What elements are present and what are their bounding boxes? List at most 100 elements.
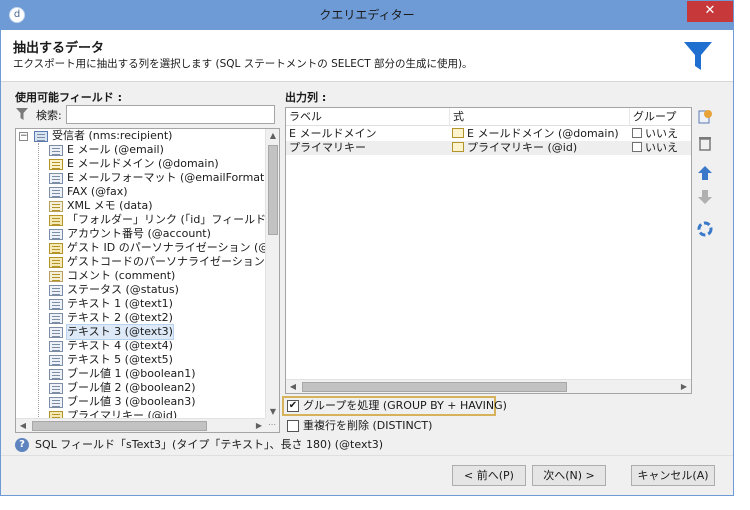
tree-node-label: アカウント番号 (@account)	[67, 227, 211, 240]
tree-node-label: テキスト 1 (@text1)	[67, 297, 173, 310]
tree-vertical-scrollbar[interactable]: ▲ ▼	[265, 129, 279, 419]
tree-node[interactable]: テキスト 1 (@text1)	[16, 297, 266, 311]
next-button[interactable]: 次へ(N) >	[532, 465, 606, 486]
tree-node[interactable]: コメント (comment)	[16, 269, 266, 283]
key-field-icon	[49, 257, 63, 268]
column-header-group[interactable]: グループ	[630, 108, 691, 126]
tree-node-label: ブール値 3 (@boolean3)	[67, 395, 196, 408]
tree-node-label: 「フォルダー」リンク (「id」フィールド) の外部キー (	[67, 213, 266, 226]
cell-expression: プライマリキー (@id)	[452, 141, 630, 155]
scroll-right-arrow-icon[interactable]: ▶	[677, 380, 691, 393]
wizard-header: 抽出するデータ エクスポート用に抽出する列を選択します (SQL ステートメント…	[1, 30, 733, 82]
tree-node[interactable]: XML メモ (data)	[16, 199, 266, 213]
tree-node[interactable]: E メールフォーマット (@emailFormat)	[16, 171, 266, 185]
tree-node[interactable]: ゲスト ID のパーソナライゼーション (@guestIdE	[16, 241, 266, 255]
tree-node[interactable]: テキスト 4 (@text4)	[16, 339, 266, 353]
tree-node-label: テキスト 3 (@text3)	[66, 324, 174, 340]
scroll-right-arrow-icon[interactable]: ▶	[252, 419, 266, 432]
cell-expression-text: E メールドメイン (@domain)	[467, 127, 619, 140]
tree-node-label: XML メモ (data)	[67, 199, 153, 212]
tree-node[interactable]: ブール値 3 (@boolean3)	[16, 395, 266, 409]
scroll-thumb[interactable]	[302, 382, 567, 392]
resize-grip-icon[interactable]: ⋯	[265, 418, 279, 432]
tree-node[interactable]: E メールドメイン (@domain)	[16, 157, 266, 171]
tree-node-label: ブール値 2 (@boolean2)	[67, 381, 196, 394]
available-fields-tree: − 受信者 (nms:recipient) E メール (@email) E メールド…	[15, 128, 280, 433]
key-field-icon	[452, 142, 464, 152]
column-header-label[interactable]: ラベル	[286, 108, 450, 126]
title-bar[interactable]: d クエリエディター ✕	[1, 1, 733, 30]
tree-node[interactable]: テキスト 5 (@text5)	[16, 353, 266, 367]
scroll-left-arrow-icon[interactable]: ◀	[286, 380, 300, 393]
field-icon	[49, 285, 63, 296]
tree-node[interactable]: ゲストコードのパーソナライゼーション (@guestCo	[16, 255, 266, 269]
scroll-up-arrow-icon[interactable]: ▲	[266, 129, 279, 143]
tree-horizontal-scrollbar[interactable]: ◀ ▶	[16, 418, 266, 432]
field-icon	[49, 397, 63, 408]
group-by-checkbox[interactable]: ✔	[287, 400, 299, 412]
move-up-icon[interactable]	[697, 165, 713, 181]
table-row[interactable]: E メールドメイン E メールドメイン (@domain) いいえ	[286, 127, 691, 141]
add-icon[interactable]	[697, 109, 713, 125]
tree-node-label: E メール (@email)	[67, 143, 164, 156]
column-header-expression[interactable]: 式	[450, 108, 630, 126]
tree-node-label: テキスト 5 (@text5)	[67, 353, 173, 366]
tree-node-label: ゲスト ID のパーソナライゼーション (@guestIdE	[67, 241, 266, 254]
tree-node[interactable]: FAX (@fax)	[16, 185, 266, 199]
field-icon	[49, 341, 63, 352]
output-columns-label: 出力列 :	[285, 91, 327, 104]
field-icon	[49, 355, 63, 366]
tree-node-label: FAX (@fax)	[67, 185, 128, 198]
tree-node-label: コメント (comment)	[67, 269, 176, 282]
query-editor-window: d クエリエディター ✕ 抽出するデータ エクスポート用に抽出する列を選択します…	[0, 0, 734, 496]
cell-group: いいえ	[632, 141, 690, 155]
tree-node[interactable]: ブール値 2 (@boolean2)	[16, 381, 266, 395]
previous-button[interactable]: < 前へ(P)	[452, 465, 526, 486]
funnel-icon	[684, 42, 712, 70]
output-columns-grid: ラベル 式 グループ E メールドメイン E メールドメイン (@domain)…	[285, 107, 692, 394]
memo-field-icon	[49, 271, 63, 282]
window-title: クエリエディター	[319, 8, 415, 22]
tree-node-root[interactable]: − 受信者 (nms:recipient)	[16, 129, 266, 143]
tree-node[interactable]: テキスト 3 (@text3)	[16, 324, 266, 340]
group-by-label: グループを処理 (GROUP BY + HAVING)	[303, 399, 507, 412]
close-button[interactable]: ✕	[687, 1, 733, 22]
delete-icon[interactable]	[697, 135, 713, 151]
move-down-icon[interactable]	[697, 189, 713, 205]
cell-group-text: いいえ	[645, 127, 678, 140]
tree-node-label: ステータス (@status)	[67, 283, 179, 296]
key-field-icon	[49, 215, 63, 226]
table-icon	[34, 131, 48, 142]
field-icon	[49, 327, 63, 338]
distinct-label: 重複行を削除 (DISTINCT)	[303, 419, 433, 432]
scroll-thumb[interactable]	[32, 421, 207, 431]
cell-expression-text: プライマリキー (@id)	[467, 141, 578, 154]
field-icon	[49, 229, 63, 240]
tree-node[interactable]: 「フォルダー」リンク (「id」フィールド) の外部キー (	[16, 213, 266, 227]
scroll-down-arrow-icon[interactable]: ▼	[266, 405, 279, 419]
search-input[interactable]	[66, 105, 275, 124]
page-description: エクスポート用に抽出する列を選択します (SQL ステートメントの SELECT…	[13, 58, 473, 70]
tree-node[interactable]: ステータス (@status)	[16, 283, 266, 297]
collapse-toggle-icon[interactable]: −	[19, 132, 28, 141]
tree-node[interactable]: E メール (@email)	[16, 143, 266, 157]
cell-expression: E メールドメイン (@domain)	[452, 127, 630, 141]
tree-node[interactable]: ブール値 1 (@boolean1)	[16, 367, 266, 381]
group-checkbox[interactable]	[632, 128, 642, 138]
distinct-checkbox[interactable]	[287, 420, 299, 432]
scroll-thumb[interactable]	[268, 145, 278, 235]
cancel-button[interactable]: キャンセル(A)	[631, 465, 715, 486]
cell-group-text: いいえ	[645, 141, 678, 154]
group-checkbox[interactable]	[632, 142, 642, 152]
grid-horizontal-scrollbar[interactable]: ◀ ▶	[286, 379, 691, 393]
scroll-left-arrow-icon[interactable]: ◀	[16, 419, 30, 432]
tree-node[interactable]: テキスト 2 (@text2)	[16, 311, 266, 325]
help-icon: ?	[15, 438, 29, 452]
tree-node-label: ブール値 1 (@boolean1)	[67, 367, 196, 380]
tree-node[interactable]: アカウント番号 (@account)	[16, 227, 266, 241]
cell-group: いいえ	[632, 127, 690, 141]
table-row[interactable]: プライマリキー プライマリキー (@id) いいえ	[286, 141, 691, 155]
distribution-icon[interactable]	[697, 221, 713, 237]
field-icon	[49, 383, 63, 394]
search-label: 検索:	[36, 109, 62, 122]
